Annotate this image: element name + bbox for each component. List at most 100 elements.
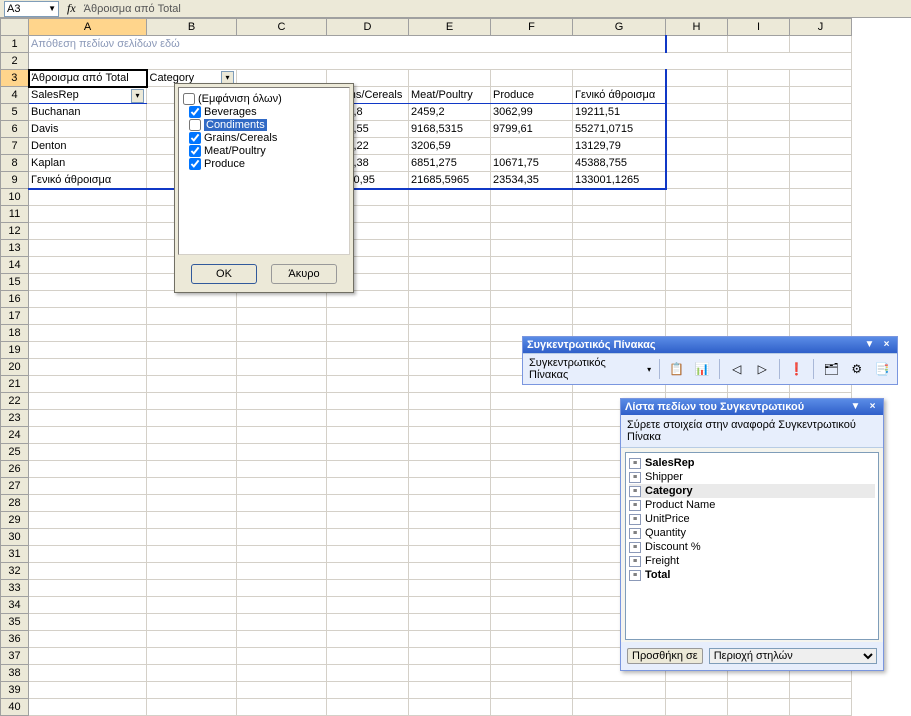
field-item[interactable]: ≡UnitPrice <box>629 512 875 526</box>
cell[interactable]: 10671,75 <box>491 155 573 172</box>
show-detail-icon[interactable]: ▷ <box>752 358 774 380</box>
pivottable-toolbar[interactable]: Συγκεντρωτικός Πίνακας ▼ × Συγκεντρωτικό… <box>522 336 898 385</box>
col-header-E[interactable]: E <box>409 19 491 36</box>
field-item[interactable]: ≡Freight <box>629 554 875 568</box>
row-header-15[interactable]: 15 <box>1 274 29 291</box>
filter-item[interactable]: Produce <box>189 158 345 170</box>
filter-checkbox[interactable] <box>189 158 201 170</box>
cell[interactable]: 9168,5315 <box>409 121 491 138</box>
filter-item[interactable]: Meat/Poultry <box>189 145 345 157</box>
row-header-23[interactable]: 23 <box>1 410 29 427</box>
pivot-row-buchanan[interactable]: Buchanan <box>29 104 147 121</box>
page-fields-drop[interactable]: Απόθεση πεδίων σελίδων εδώ <box>29 36 666 53</box>
row-header-20[interactable]: 20 <box>1 359 29 376</box>
filter-checkbox[interactable] <box>189 145 201 157</box>
include-icon[interactable]: 🗂 <box>820 358 842 380</box>
hide-detail-icon[interactable]: ◁ <box>726 358 748 380</box>
row-header-21[interactable]: 21 <box>1 376 29 393</box>
row-header-31[interactable]: 31 <box>1 546 29 563</box>
filter-list[interactable]: (Εμφάνιση όλων) BeveragesCondimentsGrain… <box>178 87 350 255</box>
row-header-29[interactable]: 29 <box>1 512 29 529</box>
field-item[interactable]: ≡Shipper <box>629 470 875 484</box>
row-header-26[interactable]: 26 <box>1 461 29 478</box>
chevron-down-icon[interactable]: ▼ <box>863 339 876 351</box>
filter-cancel-button[interactable]: Άκυρο <box>271 264 337 284</box>
cell[interactable]: 3206,59 <box>409 138 491 155</box>
filter-show-all-checkbox[interactable] <box>183 93 195 105</box>
row-header-25[interactable]: 25 <box>1 444 29 461</box>
name-box[interactable]: A3 ▼ <box>4 1 59 17</box>
col-header-B[interactable]: B <box>147 19 237 36</box>
field-item[interactable]: ≡Category <box>629 484 875 498</box>
chevron-down-icon[interactable]: ▼ <box>849 401 862 413</box>
cell[interactable]: 45388,755 <box>573 155 666 172</box>
col-header-H[interactable]: H <box>666 19 728 36</box>
row-header-36[interactable]: 36 <box>1 631 29 648</box>
cell[interactable]: 133001,1265 <box>573 172 666 189</box>
row-header-4[interactable]: 4 <box>1 87 29 104</box>
fieldlist-items[interactable]: ≡SalesRep≡Shipper≡Category≡Product Name≡… <box>625 452 879 640</box>
row-header-11[interactable]: 11 <box>1 206 29 223</box>
row-header-33[interactable]: 33 <box>1 580 29 597</box>
row-header-6[interactable]: 6 <box>1 121 29 138</box>
cell[interactable]: 19211,51 <box>573 104 666 121</box>
col-header-D[interactable]: D <box>327 19 409 36</box>
row-header-34[interactable]: 34 <box>1 597 29 614</box>
filter-show-all[interactable]: (Εμφάνιση όλων) <box>183 93 345 105</box>
filter-checkbox[interactable] <box>189 106 201 118</box>
row-header-2[interactable]: 2 <box>1 53 29 70</box>
row-header-7[interactable]: 7 <box>1 138 29 155</box>
pivot-row-grandtotal[interactable]: Γενικό άθροισμα <box>29 172 147 189</box>
row-header-17[interactable]: 17 <box>1 308 29 325</box>
cell[interactable] <box>491 138 573 155</box>
row-header-13[interactable]: 13 <box>1 240 29 257</box>
pivot-row-davis[interactable]: Davis <box>29 121 147 138</box>
chart-wizard-icon[interactable]: 📊 <box>692 358 714 380</box>
pivot-field-list[interactable]: Λίστα πεδίων του Συγκεντρωτικού ▼ × Σύρε… <box>620 398 884 671</box>
cell[interactable]: 55271,0715 <box>573 121 666 138</box>
cell[interactable]: 9799,61 <box>491 121 573 138</box>
row-header-22[interactable]: 22 <box>1 393 29 410</box>
row-header-19[interactable]: 19 <box>1 342 29 359</box>
row-header-30[interactable]: 30 <box>1 529 29 546</box>
filter-item[interactable]: Beverages <box>189 106 345 118</box>
row-header-14[interactable]: 14 <box>1 257 29 274</box>
pivot-row-denton[interactable]: Denton <box>29 138 147 155</box>
field-item[interactable]: ≡SalesRep <box>629 456 875 470</box>
filter-ok-button[interactable]: OK <box>191 264 257 284</box>
row-header-27[interactable]: 27 <box>1 478 29 495</box>
field-item[interactable]: ≡Product Name <box>629 498 875 512</box>
field-item[interactable]: ≡Total <box>629 568 875 582</box>
cell[interactable]: 3062,99 <box>491 104 573 121</box>
pivot-col-produce[interactable]: Produce <box>491 87 573 104</box>
row-header-9[interactable]: 9 <box>1 172 29 189</box>
row-header-10[interactable]: 10 <box>1 189 29 206</box>
pivot-col-grandtotal[interactable]: Γενικό άθροισμα <box>573 87 666 104</box>
row-header-18[interactable]: 18 <box>1 325 29 342</box>
row-header-37[interactable]: 37 <box>1 648 29 665</box>
row-header-12[interactable]: 12 <box>1 223 29 240</box>
show-fieldlist-icon[interactable]: 📑 <box>871 358 893 380</box>
col-header-G[interactable]: G <box>573 19 666 36</box>
filter-checkbox[interactable] <box>189 132 201 144</box>
row-header-16[interactable]: 16 <box>1 291 29 308</box>
pivot-row-kaplan[interactable]: Kaplan <box>29 155 147 172</box>
filter-item[interactable]: Grains/Cereals <box>189 132 345 144</box>
field-settings-icon[interactable]: ⚙ <box>846 358 868 380</box>
filter-item[interactable]: Condiments <box>189 119 345 131</box>
close-icon[interactable]: × <box>866 401 879 413</box>
close-icon[interactable]: × <box>880 339 893 351</box>
row-header-32[interactable]: 32 <box>1 563 29 580</box>
add-to-button[interactable]: Προσθήκη σε <box>627 648 703 664</box>
fx-icon[interactable]: fx <box>67 1 76 16</box>
row-header-28[interactable]: 28 <box>1 495 29 512</box>
cell[interactable]: 21685,5965 <box>409 172 491 189</box>
row-header-40[interactable]: 40 <box>1 699 29 716</box>
cell[interactable]: 13129,79 <box>573 138 666 155</box>
area-select[interactable]: Περιοχή στηλών <box>709 648 877 664</box>
row-header-8[interactable]: 8 <box>1 155 29 172</box>
format-report-icon[interactable]: 📋 <box>666 358 688 380</box>
col-header-J[interactable]: J <box>790 19 852 36</box>
field-item[interactable]: ≡Discount % <box>629 540 875 554</box>
cell[interactable]: 23534,35 <box>491 172 573 189</box>
